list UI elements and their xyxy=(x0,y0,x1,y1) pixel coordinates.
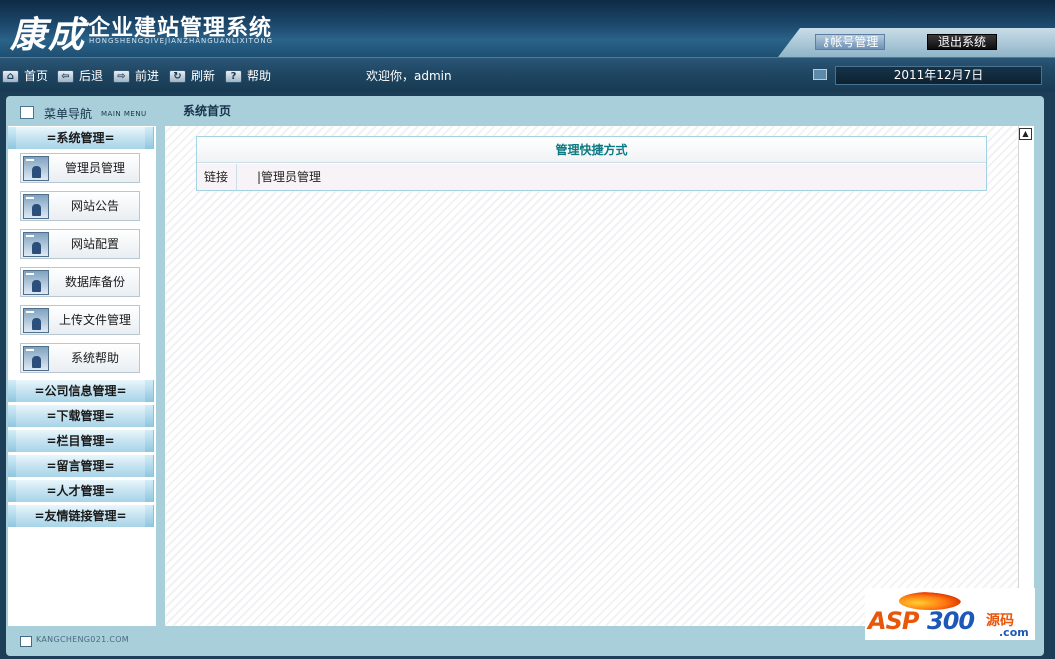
arrow-right-icon: ⇨ xyxy=(113,69,130,83)
forward-button[interactable]: ⇨ 前进 xyxy=(113,68,159,84)
sidebar-item-label: 网站公告 xyxy=(70,199,119,213)
back-button[interactable]: ⇦ 后退 xyxy=(57,68,103,84)
menu-group-system[interactable]: =系统管理= xyxy=(8,127,154,149)
arrow-left-icon: ⇦ xyxy=(57,69,74,83)
shortcut-table-title: 管理快捷方式 xyxy=(197,137,986,163)
sidebar-item-label: 网站配置 xyxy=(70,237,119,251)
main-content xyxy=(165,126,1020,626)
sidebar-item-label: 数据库备份 xyxy=(64,275,125,289)
home-icon: ⌂ xyxy=(2,69,19,83)
user-icon xyxy=(23,232,49,257)
user-icon xyxy=(23,270,49,295)
menu-group-talent[interactable]: =人才管理= xyxy=(8,480,154,502)
menu-group-company[interactable]: =公司信息管理= xyxy=(8,380,154,402)
sidebar-item-label: 系统帮助 xyxy=(70,351,119,365)
help-label: 帮助 xyxy=(247,69,272,83)
sidebar-item-admin[interactable]: 管理员管理 xyxy=(20,153,140,183)
logout-button[interactable]: 退出系统 xyxy=(927,34,997,50)
sidebar-header: 菜单导航 MAIN MENU xyxy=(8,99,156,125)
menu-group-download[interactable]: =下载管理= xyxy=(8,405,154,427)
logo-pinyin: HONGSHENGQIVEJIANZHANGUANLIXITONG xyxy=(89,37,274,45)
watermark-com: .com xyxy=(999,626,1029,639)
menu-group-links[interactable]: =友情链接管理= xyxy=(8,505,154,527)
watermark-logo: ASP 300 源码 .com xyxy=(865,588,1035,640)
question-icon: ? xyxy=(225,69,242,83)
shortcut-table: 管理快捷方式 链接 |管理员管理 xyxy=(196,136,987,191)
sidebar-item-label: 上传文件管理 xyxy=(58,313,131,327)
refresh-button[interactable]: ↻ 刷新 xyxy=(169,68,215,84)
sidebar: =系统管理= 管理员管理 网站公告 网站配置 数据库备份 上传文件管理 系统帮助… xyxy=(8,126,156,626)
menu-icon xyxy=(20,106,34,119)
logo-big-text: 康成 xyxy=(10,14,87,56)
help-button[interactable]: ? 帮助 xyxy=(225,68,271,84)
footer-text: KANGCHENG021.COM xyxy=(36,635,129,644)
account-label: 帐号管理 xyxy=(830,35,879,49)
monitor-icon xyxy=(813,69,827,80)
sidebar-item-backup[interactable]: 数据库备份 xyxy=(20,267,140,297)
date-display: 2011年12月7日 xyxy=(835,66,1042,85)
home-label: 首页 xyxy=(24,69,49,83)
shortcut-link-admin[interactable]: |管理员管理 xyxy=(257,164,321,190)
table-row: 链接 |管理员管理 xyxy=(197,164,986,190)
user-icon xyxy=(23,346,49,371)
refresh-label: 刷新 xyxy=(191,69,216,83)
user-icon xyxy=(23,194,49,219)
sidebar-title: 菜单导航 xyxy=(44,107,93,121)
welcome-text: 欢迎你，admin xyxy=(366,69,452,83)
watermark-num: 300 xyxy=(927,607,975,635)
vertical-scrollbar[interactable] xyxy=(1018,126,1034,588)
sidebar-item-notice[interactable]: 网站公告 xyxy=(20,191,140,221)
user-icon xyxy=(23,308,49,333)
sidebar-item-upload[interactable]: 上传文件管理 xyxy=(20,305,140,335)
menu-group-message[interactable]: =留言管理= xyxy=(8,455,154,477)
sidebar-item-config[interactable]: 网站配置 xyxy=(20,229,140,259)
footer-icon xyxy=(20,636,32,647)
scroll-up-arrow[interactable]: ▲ xyxy=(1019,128,1032,140)
refresh-icon: ↻ xyxy=(169,69,186,83)
home-button[interactable]: ⌂ 首页 xyxy=(2,68,48,84)
row-label: 链接 xyxy=(197,164,237,190)
sidebar-item-help[interactable]: 系统帮助 xyxy=(20,343,140,373)
watermark-asp: ASP xyxy=(868,607,919,635)
sidebar-title-en: MAIN MENU xyxy=(101,110,147,118)
back-label: 后退 xyxy=(79,69,104,83)
sidebar-item-label: 管理员管理 xyxy=(64,161,125,175)
page-title: 系统首页 xyxy=(183,104,232,118)
account-button[interactable]: ⚷帐号管理 xyxy=(815,34,885,50)
forward-label: 前进 xyxy=(135,69,160,83)
menu-group-column[interactable]: =栏目管理= xyxy=(8,430,154,452)
header-banner: 康成 企业建站管理系统 HONGSHENGQIVEJIANZHANGUANLIX… xyxy=(0,0,1055,57)
user-icon xyxy=(23,156,49,181)
